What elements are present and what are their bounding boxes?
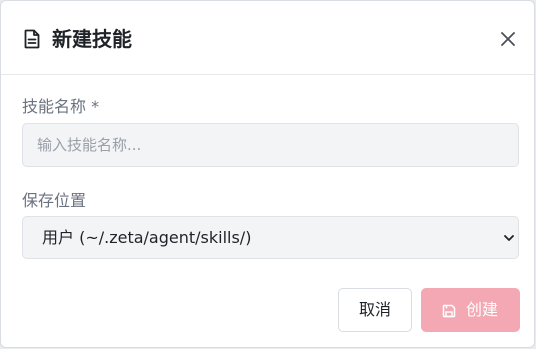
skill-name-label: 技能名称 * xyxy=(22,97,100,116)
document-icon xyxy=(24,29,40,49)
chevron-down-icon xyxy=(504,235,514,241)
skill-name-input[interactable] xyxy=(22,123,519,167)
create-button[interactable]: 创建 xyxy=(421,288,520,332)
save-location-value: 用户 (~/.zeta/agent/skills/) xyxy=(42,228,252,247)
new-skill-dialog: 新建技能 技能名称 * 保存位置 用户 (~/.zeta/agent/skill… xyxy=(0,0,535,348)
cancel-button[interactable]: 取消 xyxy=(338,288,412,332)
create-button-label: 创建 xyxy=(466,300,499,319)
save-location-select[interactable]: 用户 (~/.zeta/agent/skills/) xyxy=(22,216,519,259)
save-location-label: 保存位置 xyxy=(22,191,87,210)
save-icon xyxy=(442,304,456,318)
close-icon[interactable] xyxy=(498,29,518,49)
dialog-header: 新建技能 xyxy=(1,1,534,75)
dialog-title: 新建技能 xyxy=(52,27,132,51)
